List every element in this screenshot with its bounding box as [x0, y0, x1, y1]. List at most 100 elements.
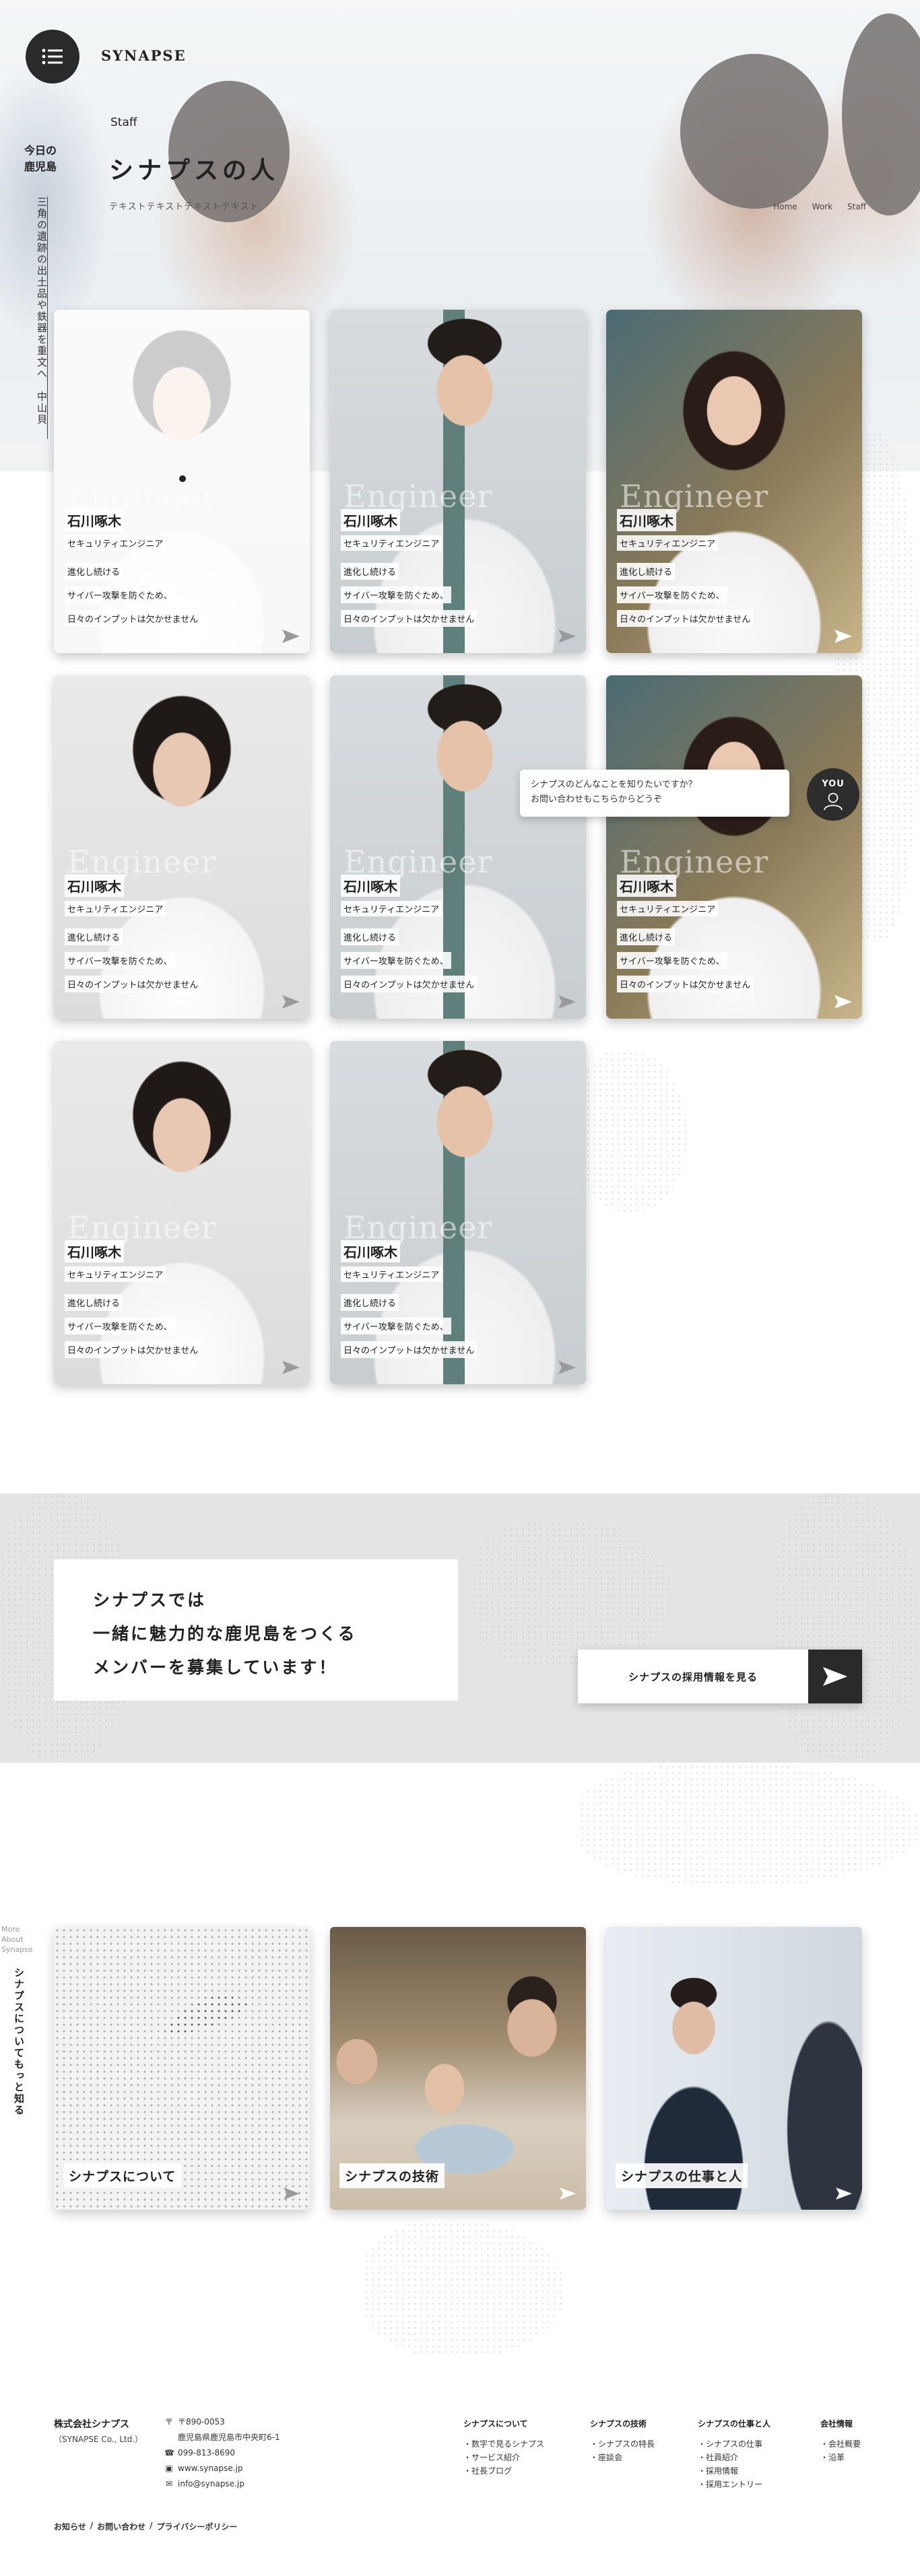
recruit-line: シナプスでは — [93, 1590, 207, 1610]
staff-role: セキュリティエンジニア — [65, 535, 166, 551]
postal-icon: 〒 — [164, 2417, 173, 2427]
menu-button[interactable] — [26, 30, 79, 83]
about-card-technology[interactable]: シナプスの技術 — [330, 1927, 586, 2210]
staff-quote-line: 進化し続ける — [617, 563, 676, 580]
staff-card[interactable]: Engineer 石川啄木 セキュリティエンジニア 進化し続ける サイバー攻撃を… — [54, 310, 310, 653]
staff-quote-line: サイバー攻撃を防ぐため、 — [65, 1318, 175, 1334]
footer-nav-item[interactable]: ・社員紹介 — [698, 2451, 770, 2464]
staff-quote-line: 進化し続ける — [341, 563, 399, 580]
staff-quote-line: 日々のインプットは欠かせません — [65, 610, 201, 627]
recruit-info-button[interactable]: シナプスの採用情報を見る — [578, 1650, 862, 1703]
staff-quote-line: 日々のインプットは欠かせません — [65, 1341, 201, 1358]
about-card-work-people[interactable]: シナプスの仕事と人 — [606, 1927, 862, 2210]
staff-quote-line: サイバー攻撃を防ぐため、 — [341, 586, 451, 603]
news-ticker[interactable]: 三角の遺跡の出土品や鉄器を重文へ 中山貝塚 — [35, 197, 49, 426]
link-separator: / — [90, 2521, 94, 2530]
footer-web[interactable]: www.synapse.jp — [178, 2461, 243, 2476]
user-icon — [824, 792, 843, 810]
send-arrow-icon — [282, 995, 300, 1009]
you-label: YOU — [822, 778, 845, 789]
staff-role: セキュリティエンジニア — [341, 901, 442, 916]
staff-quote-line: 日々のインプットは欠かせません — [617, 610, 754, 627]
footer-phone[interactable]: 099-813-8690 — [178, 2445, 235, 2461]
footer-nav-heading[interactable]: シナプスの技術 — [590, 2417, 655, 2431]
staff-name: 石川啄木 — [341, 1240, 400, 1262]
about-card-label: シナプスについて — [63, 2163, 182, 2188]
footer-nav-item[interactable]: ・社長ブログ — [463, 2464, 544, 2478]
footer-address: 鹿児島県鹿児島市中央町6-1 — [178, 2433, 280, 2442]
send-arrow-icon — [558, 995, 576, 1009]
map-illustration — [775, 1493, 920, 1763]
breadcrumb-home[interactable]: Home — [773, 202, 797, 211]
staff-quote-line: 進化し続ける — [65, 928, 123, 945]
site-logo[interactable]: SYNAPSE — [101, 47, 187, 64]
staff-quote-line: 進化し続ける — [65, 1294, 123, 1311]
staff-quote-line: 日々のインプットは欠かせません — [65, 976, 201, 992]
footer-email[interactable]: info@synapse.jp — [178, 2476, 244, 2492]
send-arrow-icon — [823, 1667, 847, 1686]
staff-card[interactable]: Engineer 石川啄木 セキュリティエンジニア 進化し続ける サイバー攻撃を… — [606, 310, 862, 653]
ticker-label: 今日の 鹿児島 — [24, 144, 57, 173]
footer-nav-item[interactable]: ・数字で見るシナプス — [463, 2437, 544, 2451]
footer-nav-heading[interactable]: シナプスについて — [463, 2417, 544, 2431]
staff-card[interactable]: Engineer 石川啄木 セキュリティエンジニア 進化し続ける サイバー攻撃を… — [330, 1041, 586, 1384]
staff-role: セキュリティエンジニア — [617, 901, 719, 916]
chat-line: お問い合わせもこちらからどうぞ — [531, 794, 663, 805]
staff-name: 石川啄木 — [65, 875, 124, 897]
map-illustration — [579, 1764, 920, 1885]
staff-quote-line: サイバー攻撃を防ぐため、 — [65, 586, 175, 603]
footer-nav-item[interactable]: ・採用情報 — [698, 2464, 770, 2478]
about-card-label: シナプスの技術 — [339, 2163, 445, 2188]
staff-name: 石川啄木 — [65, 1240, 124, 1262]
about-card-label: シナプスの仕事と人 — [616, 2163, 748, 2188]
staff-card[interactable]: Engineer 石川啄木 セキュリティエンジニア 進化し続ける サイバー攻撃を… — [330, 310, 586, 653]
about-vertical-heading: シナプスについてもっと知る — [13, 1967, 25, 2116]
staff-card[interactable]: Engineer 石川啄木 セキュリティエンジニア 進化し続ける サイバー攻撃を… — [606, 675, 862, 1019]
menu-icon — [42, 48, 63, 65]
staff-quote-line: 進化し続ける — [341, 928, 399, 945]
breadcrumb-work[interactable]: Work — [812, 202, 832, 211]
staff-name: 石川啄木 — [341, 875, 400, 897]
about-card-synapse[interactable]: シナプスについて — [54, 1927, 310, 2210]
recruit-message: シナプスでは 一緒に魅力的な鹿児島をつくる メンバーを募集しています！ — [54, 1559, 458, 1701]
chat-line: シナプスのどんなことを知りたいですか？ — [531, 780, 697, 790]
staff-name: 石川啄木 — [65, 509, 124, 531]
recruit-line: メンバーを募集しています！ — [93, 1658, 338, 1677]
link-separator: / — [150, 2521, 153, 2530]
contact-link[interactable]: お問い合わせ — [97, 2521, 145, 2532]
footer-nav-work: シナプスの仕事と人 ・シナプスの仕事 ・社員紹介 ・採用情報 ・採用エントリー — [698, 2417, 770, 2491]
staff-card[interactable]: Engineer 石川啄木 セキュリティエンジニア 進化し続ける サイバー攻撃を… — [54, 675, 310, 1019]
footer-nav-item[interactable]: ・シナプスの仕事 — [698, 2437, 770, 2451]
chat-avatar-button[interactable]: YOU — [807, 768, 859, 821]
footer-nav-heading[interactable]: シナプスの仕事と人 — [698, 2417, 770, 2431]
send-arrow-icon — [284, 2188, 300, 2200]
footer-nav-item[interactable]: ・採用エントリー — [698, 2478, 770, 2491]
staff-role: セキュリティエンジニア — [341, 535, 442, 551]
staff-card[interactable]: Engineer 石川啄木 セキュリティエンジニア 進化し続ける サイバー攻撃を… — [54, 1041, 310, 1384]
privacy-policy-link[interactable]: プライバシーポリシー — [157, 2521, 238, 2532]
staff-quote-line: サイバー攻撃を防ぐため、 — [617, 586, 727, 603]
footer-nav-item[interactable]: ・シナプスの特長 — [590, 2437, 655, 2451]
footer-nav-item[interactable]: ・沿革 — [820, 2451, 861, 2464]
send-arrow-icon — [282, 1361, 300, 1374]
footer-company-name: 株式会社シナプス — [54, 2419, 129, 2430]
footer-nav-item[interactable]: ・サービス紹介 — [463, 2451, 544, 2464]
footer-nav-item[interactable]: ・座談会 — [590, 2451, 655, 2464]
footer-contact: 〒〒890-0053 鹿児島県鹿児島市中央町6-1 ☎ 099-813-8690 … — [164, 2414, 280, 2492]
footer-bottom-links: お知らせ / お問い合わせ / プライバシーポリシー — [54, 2521, 237, 2532]
staff-role: セキュリティエンジニア — [341, 1266, 442, 1282]
breadcrumb: Home Work Staff — [773, 202, 866, 211]
web-icon: ▣ — [165, 2464, 173, 2473]
news-link[interactable]: お知らせ — [54, 2521, 86, 2532]
footer-company-name-en: （SYNAPSE Co., Ltd.） — [54, 2435, 143, 2444]
staff-quote-line: 日々のインプットは欠かせません — [341, 1341, 478, 1358]
staff-role: セキュリティエンジニア — [65, 901, 166, 916]
staff-card[interactable]: Engineer 石川啄木 セキュリティエンジニア 進化し続ける サイバー攻撃を… — [330, 675, 586, 1019]
map-illustration — [579, 1050, 687, 1212]
chat-bubble[interactable]: シナプスのどんなことを知りたいですか？ お問い合わせもこちらからどうぞ — [520, 770, 789, 817]
footer-nav-item[interactable]: ・会社概要 — [820, 2437, 861, 2451]
staff-quote-line: 日々のインプットは欠かせません — [341, 610, 478, 627]
phone-icon: ☎ — [164, 2448, 174, 2458]
footer-nav-heading[interactable]: 会社情報 — [820, 2417, 861, 2431]
staff-quote-line: 日々のインプットは欠かせません — [341, 976, 478, 992]
